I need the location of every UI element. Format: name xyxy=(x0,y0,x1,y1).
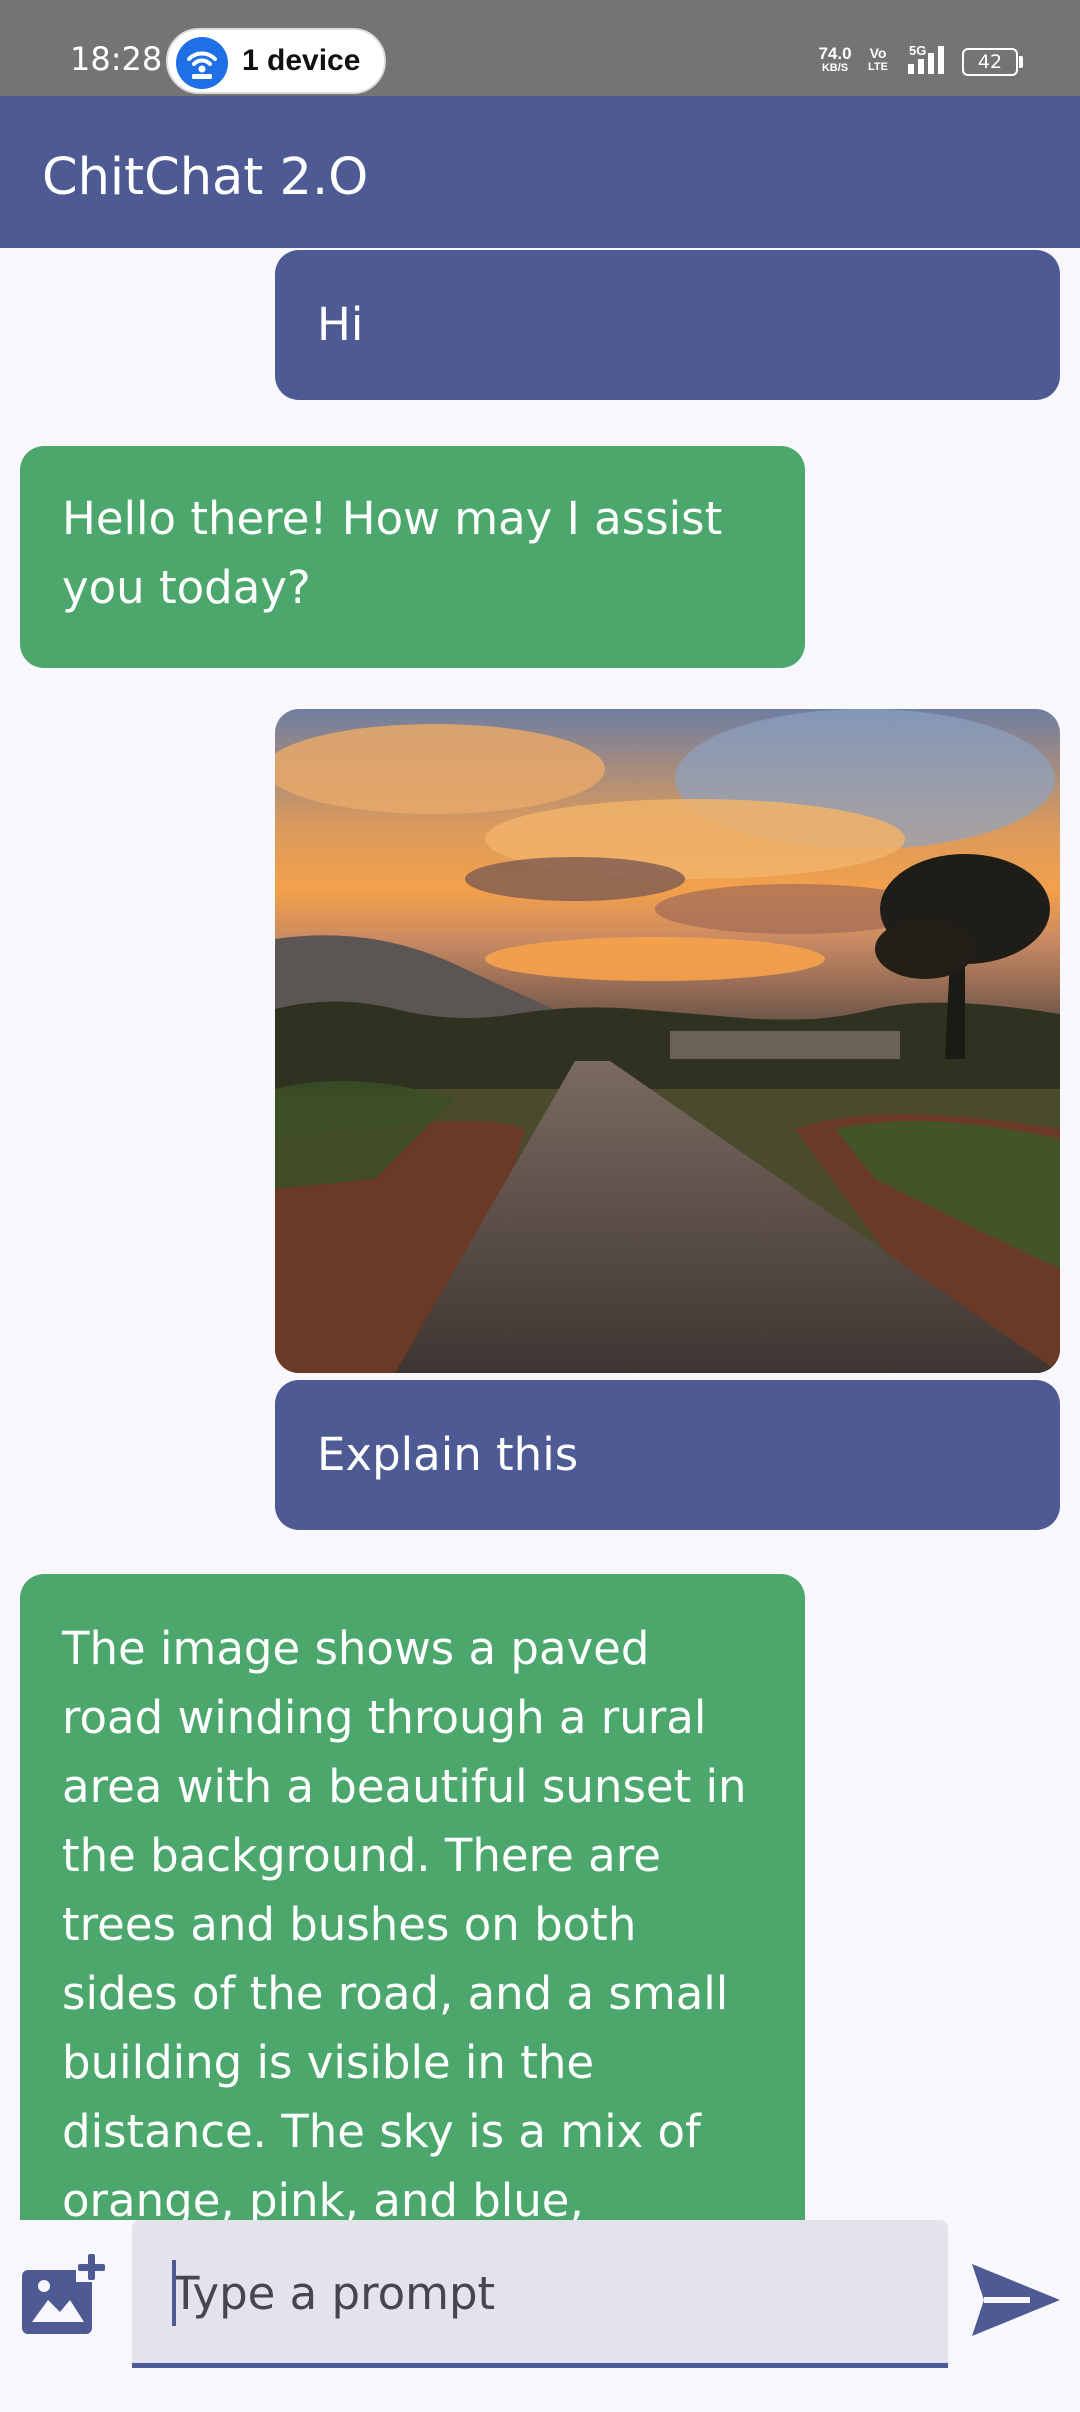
app-bar: ChitChat 2.O xyxy=(0,96,1080,248)
bot-message: The image shows a paved road winding thr… xyxy=(20,1574,805,2220)
prompt-input[interactable] xyxy=(172,2258,912,2328)
signal-icon: 5G xyxy=(906,43,950,80)
app-title: ChitChat 2.O xyxy=(42,148,369,207)
battery-tip xyxy=(1019,56,1023,68)
user-message: Explain this xyxy=(275,1380,1060,1530)
chat-list[interactable]: Hi Hello there! How may I assist you tod… xyxy=(0,248,1080,2220)
status-time: 18:28 xyxy=(70,40,163,78)
connected-devices-pill[interactable]: 1 device xyxy=(166,28,386,94)
prompt-field[interactable] xyxy=(132,2220,948,2368)
send-icon xyxy=(970,2264,1062,2346)
wifi-hotspot-icon xyxy=(176,37,228,89)
volte-indicator: Vo LTE xyxy=(866,45,890,74)
add-image-icon xyxy=(18,2252,108,2344)
network-speed: 74.0 KB/S xyxy=(814,44,856,74)
status-bar: 18:28 1 device 74.0 KB/S Vo LTE 5G 42 xyxy=(0,0,1080,96)
bot-message: Hello there! How may I assist you today? xyxy=(20,446,805,668)
add-image-button[interactable] xyxy=(18,2250,108,2340)
message-text: Hello there! How may I assist you today? xyxy=(62,492,723,614)
network-speed-value: 74.0 xyxy=(818,44,852,63)
network-speed-unit: KB/S xyxy=(821,62,849,74)
volte-top: Vo xyxy=(869,45,887,61)
message-text: Hi xyxy=(317,298,364,351)
device-pill-label: 1 device xyxy=(242,44,361,77)
network-type: 5G xyxy=(909,43,927,58)
sunset-road-photo[interactable] xyxy=(275,709,1060,1373)
message-text: The image shows a paved road winding thr… xyxy=(62,1622,747,2220)
send-button[interactable] xyxy=(970,2258,1062,2342)
input-bar xyxy=(0,2220,1080,2412)
battery-level: 42 xyxy=(977,51,1003,73)
user-message: Hi xyxy=(275,250,1060,400)
volte-bottom: LTE xyxy=(868,61,888,73)
text-caret xyxy=(172,2260,176,2326)
battery-icon: 42 xyxy=(962,48,1018,76)
message-text: Explain this xyxy=(317,1428,579,1481)
